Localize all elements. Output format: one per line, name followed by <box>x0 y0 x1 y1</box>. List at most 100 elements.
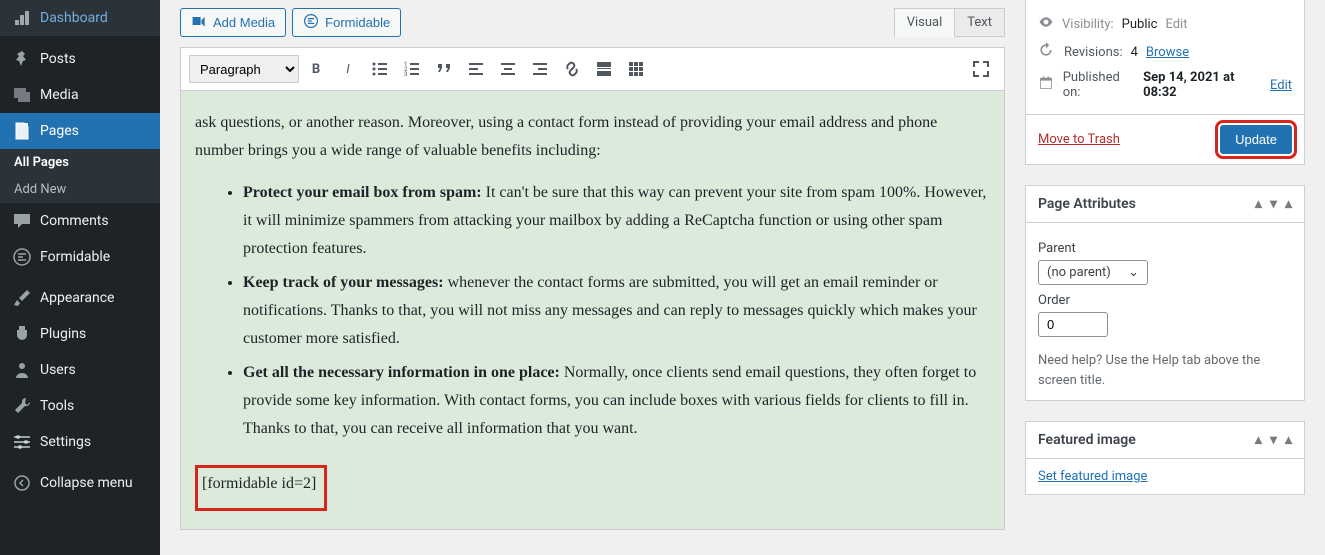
editor-tabs: Visual Text <box>894 8 1005 37</box>
published-value: Sep 14, 2021 at 08:32 <box>1143 70 1262 100</box>
sidebar-item-posts[interactable]: Posts <box>0 41 160 77</box>
order-label: Order <box>1038 293 1292 308</box>
help-text: Need help? Use the Help tab above the sc… <box>1038 351 1292 390</box>
set-featured-image-link[interactable]: Set featured image <box>1038 469 1147 484</box>
italic-button[interactable]: I <box>333 54 363 84</box>
plug-icon <box>12 324 32 344</box>
formidable-button[interactable]: Formidable <box>292 8 401 37</box>
sidebar-sub-all-pages[interactable]: All Pages <box>0 149 160 176</box>
page-attributes-panel: Page Attributes ▴ ▾ ▴ Parent (no parent)… <box>1025 185 1305 401</box>
editor-content[interactable]: ask questions, or another reason. Moreov… <box>181 91 1004 529</box>
sidebar-label: Appearance <box>40 290 114 306</box>
toolbar-toggle-button[interactable] <box>621 54 651 84</box>
settings-icon <box>12 432 32 452</box>
sidebar-label: Tools <box>40 398 74 414</box>
featured-image-title: Featured image <box>1038 432 1136 448</box>
revisions-row: Revisions: 4 Browse <box>1038 38 1292 66</box>
users-icon <box>12 360 32 380</box>
formidable-btn-label: Formidable <box>325 15 390 30</box>
bold-button[interactable]: B <box>301 54 331 84</box>
sidebar-submenu: All Pages Add New <box>0 149 160 203</box>
order-input[interactable] <box>1038 312 1108 337</box>
revisions-count: 4 <box>1131 45 1138 60</box>
revisions-browse-link[interactable]: Browse <box>1146 45 1189 60</box>
pages-icon <box>12 121 32 141</box>
visibility-edit-link[interactable]: Edit <box>1165 17 1187 32</box>
page-attributes-title: Page Attributes <box>1038 196 1136 212</box>
svg-text:3: 3 <box>404 71 407 78</box>
tab-text[interactable]: Text <box>955 8 1005 37</box>
formidable-btn-icon <box>303 13 319 32</box>
update-button[interactable]: Update <box>1220 125 1292 154</box>
sidebar-item-users[interactable]: Users <box>0 352 160 388</box>
dashboard-icon <box>12 8 32 28</box>
sidebar-item-plugins[interactable]: Plugins <box>0 316 160 352</box>
blockquote-button[interactable] <box>429 54 459 84</box>
sidebar-label: Users <box>40 362 76 378</box>
bullet-list-button[interactable] <box>365 54 395 84</box>
panel-move-down-icon[interactable]: ▾ <box>1270 196 1277 212</box>
format-select[interactable]: Paragraph <box>189 55 299 83</box>
sidebar-sub-add-new[interactable]: Add New <box>0 176 160 203</box>
list-item: Keep track of your messages: whenever th… <box>243 269 990 353</box>
align-right-button[interactable] <box>525 54 555 84</box>
panel-toggle-icon[interactable]: ▴ <box>1285 432 1292 448</box>
sidebar-label: Plugins <box>40 326 86 342</box>
panel-toggle-icon[interactable]: ▴ <box>1285 196 1292 212</box>
sidebar-label: Formidable <box>40 249 110 265</box>
sidebar-item-pages[interactable]: Pages <box>0 113 160 149</box>
panel-move-up-icon[interactable]: ▴ <box>1255 196 1262 212</box>
fullscreen-button[interactable] <box>966 54 996 84</box>
eye-icon <box>1038 14 1054 34</box>
sidebar-item-dashboard[interactable]: Dashboard <box>0 0 160 36</box>
content-paragraph: ask questions, or another reason. Moreov… <box>195 109 990 165</box>
sidebar-item-comments[interactable]: Comments <box>0 203 160 239</box>
wrench-icon <box>12 396 32 416</box>
sidebar-item-settings[interactable]: Settings <box>0 424 160 460</box>
editor-box: Paragraph B I 123 ask questions, or anot… <box>180 47 1005 530</box>
sidebar-label: Settings <box>40 434 91 450</box>
published-label: Published on: <box>1063 70 1135 100</box>
pushpin-icon <box>12 49 32 69</box>
published-row: Published on: Sep 14, 2021 at 08:32 Edit <box>1038 66 1292 104</box>
list-bold: Protect your email box from spam: <box>243 184 482 201</box>
calendar-icon <box>1038 75 1055 95</box>
admin-sidebar: Dashboard Posts Media Pages All Pages Ad… <box>0 0 160 555</box>
list-bold: Get all the necessary information in one… <box>243 364 560 381</box>
sidebar-item-media[interactable]: Media <box>0 77 160 113</box>
link-button[interactable] <box>557 54 587 84</box>
align-center-button[interactable] <box>493 54 523 84</box>
published-edit-link[interactable]: Edit <box>1270 78 1292 93</box>
tab-visual[interactable]: Visual <box>894 8 956 37</box>
sidebar-label: Collapse menu <box>40 475 133 491</box>
revisions-label: Revisions: <box>1064 45 1123 60</box>
sidebar-item-appearance[interactable]: Appearance <box>0 280 160 316</box>
sidebar-label: Pages <box>40 123 79 139</box>
numbered-list-button[interactable]: 123 <box>397 54 427 84</box>
readmore-button[interactable] <box>589 54 619 84</box>
parent-label: Parent <box>1038 241 1292 256</box>
media-add-icon <box>191 13 207 32</box>
shortcode-highlight: [formidable id=2] <box>195 465 327 511</box>
parent-select[interactable]: (no parent) ⌄ <box>1038 260 1148 285</box>
sidebar-label: Posts <box>40 51 76 67</box>
panel-move-down-icon[interactable]: ▾ <box>1270 432 1277 448</box>
sidebar-item-tools[interactable]: Tools <box>0 388 160 424</box>
panel-move-up-icon[interactable]: ▴ <box>1255 432 1262 448</box>
visibility-value: Public <box>1122 17 1158 32</box>
sidebar-item-formidable[interactable]: Formidable <box>0 239 160 275</box>
list-item: Get all the necessary information in one… <box>243 359 990 443</box>
editor-toolbar: Paragraph B I 123 <box>181 48 1004 91</box>
add-media-button[interactable]: Add Media <box>180 8 286 37</box>
parent-value: (no parent) <box>1047 265 1111 280</box>
sidebar-label: Dashboard <box>40 10 108 26</box>
visibility-label: Visibility: <box>1062 17 1114 32</box>
sidebar-item-collapse[interactable]: Collapse menu <box>0 465 160 501</box>
align-left-button[interactable] <box>461 54 491 84</box>
visibility-row: Visibility: Public Edit <box>1038 10 1292 38</box>
move-to-trash-link[interactable]: Move to Trash <box>1038 132 1120 147</box>
formidable-icon <box>12 247 32 267</box>
content-list: Protect your email box from spam: It can… <box>195 179 990 443</box>
comments-icon <box>12 211 32 231</box>
collapse-icon <box>12 473 32 493</box>
